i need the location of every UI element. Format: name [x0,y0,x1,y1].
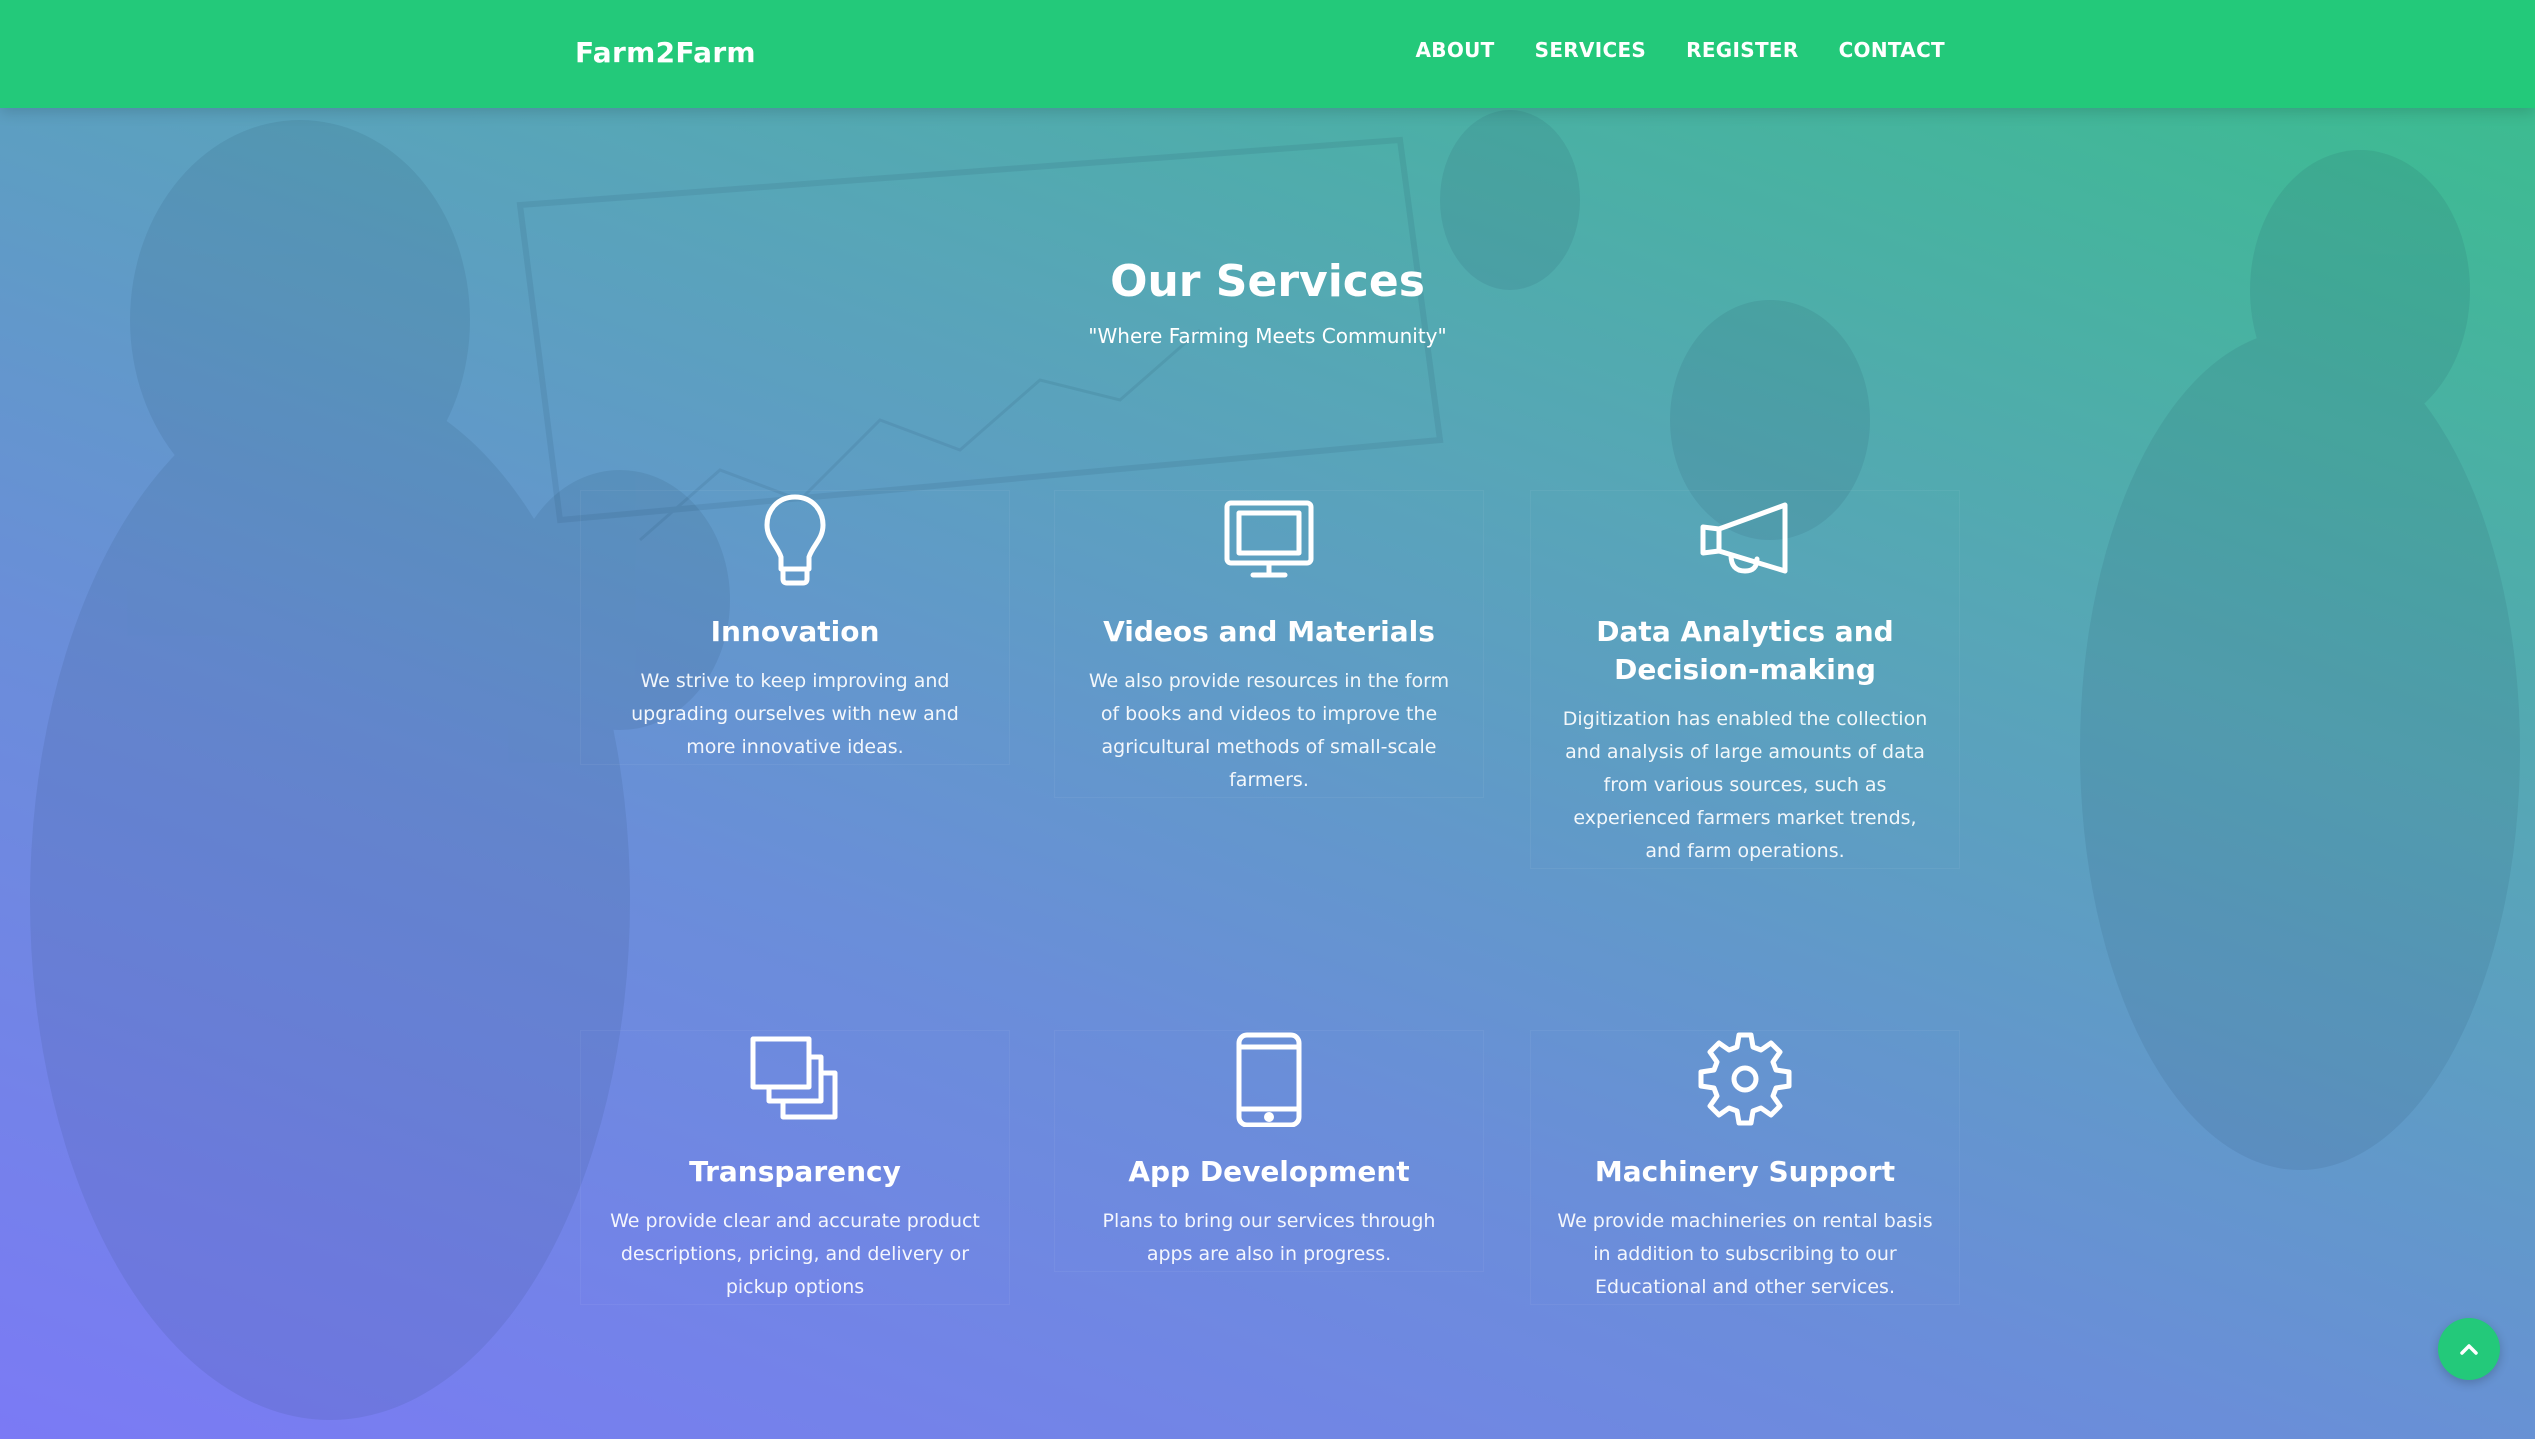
gear-icon [1698,1032,1792,1126]
service-title: Data Analytics and Decision-making [1596,615,1894,686]
nav-link-services[interactable]: SERVICES [1535,38,1647,62]
brand-logo[interactable]: Farm2Farm [575,36,756,69]
service-description: We also provide resources in the form of… [1088,670,1450,791]
chevron-up-icon [2460,1344,2478,1355]
service-description: We provide clear and accurate product de… [610,1210,980,1298]
service-card-transparency: Transparency We provide clear and accura… [580,1030,1010,1305]
navbar: Farm2Farm ABOUT SERVICES REGISTER CONTAC… [0,0,2535,108]
nav-link-about[interactable]: ABOUT [1416,38,1495,62]
service-description: Plans to bring our services through apps… [1102,1210,1436,1265]
service-title: Videos and Materials [1103,615,1435,648]
service-description: We strive to keep improving and upgradin… [631,670,959,758]
nav-link-register[interactable]: REGISTER [1686,38,1798,62]
nav-links: ABOUT SERVICES REGISTER CONTACT [1416,38,1946,62]
section-title: Our Services [1110,256,1425,307]
service-card-innovation: Innovation We strive to keep improving a… [580,490,1010,765]
service-title: Machinery Support [1594,1155,1896,1188]
service-title: Innovation [710,615,880,648]
monitor-icon [1224,500,1314,578]
service-card-machinery: Machinery Support We provide machineries… [1530,1030,1960,1305]
stacked-windows-icon [750,1036,838,1120]
megaphone-icon [1700,502,1788,574]
service-card-videos: Videos and Materials We also provide res… [1054,490,1484,798]
lightbulb-icon [764,494,826,586]
smartphone-icon [1236,1032,1302,1127]
service-description: Digitization has enabled the collection … [1562,708,1928,862]
service-description: We provide machineries on rental basis i… [1557,1210,1933,1298]
section-subtitle: "Where Farming Meets Community" [1088,324,1447,348]
scroll-to-top-button[interactable] [2438,1318,2500,1380]
services-header: Our Services "Where Farming Meets Commun… [0,250,2535,348]
service-card-app-development: App Development Plans to bring our servi… [1054,1030,1484,1272]
service-title: App Development [1128,1155,1410,1188]
nav-link-contact[interactable]: CONTACT [1839,38,1945,62]
service-card-data-analytics: Data Analytics and Decision-making Digit… [1530,490,1960,869]
service-title: Transparency [689,1155,901,1188]
